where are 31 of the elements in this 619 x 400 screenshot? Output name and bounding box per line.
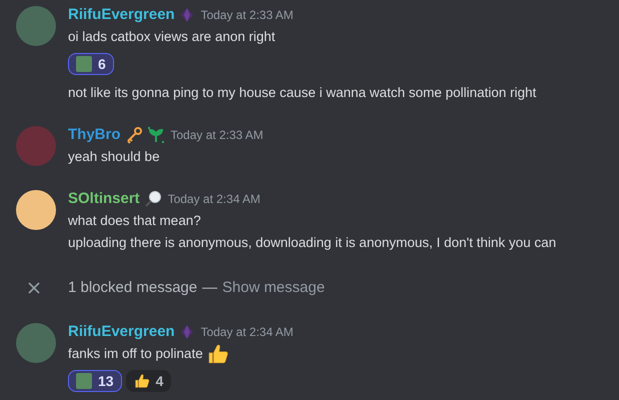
- reaction-button[interactable]: 13: [68, 370, 122, 392]
- timestamp: Today at 2:34 AM: [168, 191, 260, 208]
- message-text: uploading there is anonymous, downloading it is anonymous, I don't think you can: [68, 234, 556, 252]
- thumbs-up-icon: [134, 373, 150, 389]
- separator: —: [202, 278, 218, 298]
- custom-emoji-image: [76, 373, 92, 389]
- custom-emoji-image: [76, 56, 92, 72]
- user-avatar[interactable]: [16, 190, 56, 230]
- key-icon: [124, 126, 142, 144]
- username[interactable]: RiifuEvergreen: [68, 4, 175, 26]
- message-text: fanks im off to polinate: [68, 344, 203, 363]
- gem-icon: [178, 7, 195, 23]
- timestamp: Today at 2:33 AM: [200, 7, 294, 24]
- reaction-button[interactable]: 4: [126, 370, 172, 392]
- message-text: what does that mean?: [68, 212, 201, 230]
- sprout-icon: [146, 126, 164, 144]
- show-message-link[interactable]: Show message: [222, 276, 325, 300]
- blocked-notice: 1 blocked message: [68, 278, 198, 298]
- timestamp: Today at 2:33 AM: [170, 127, 264, 144]
- magnifier-icon: [144, 190, 162, 208]
- username[interactable]: SOltinsert: [68, 188, 140, 210]
- gem-icon: [178, 324, 195, 340]
- username[interactable]: ThyBro: [68, 124, 120, 146]
- close-icon[interactable]: [28, 282, 40, 294]
- reaction-button[interactable]: 6: [68, 53, 114, 75]
- timestamp: Today at 2:34 AM: [200, 324, 294, 341]
- thumbs-up-icon: [206, 343, 229, 365]
- message-text: yeah should be: [68, 148, 160, 166]
- username[interactable]: RiifuEvergreen: [68, 320, 175, 344]
- message-text: not like its gonna ping to my house cause i wanna watch some pollination right: [68, 84, 536, 102]
- message-text: oi lads catbox views are anon right: [68, 28, 276, 46]
